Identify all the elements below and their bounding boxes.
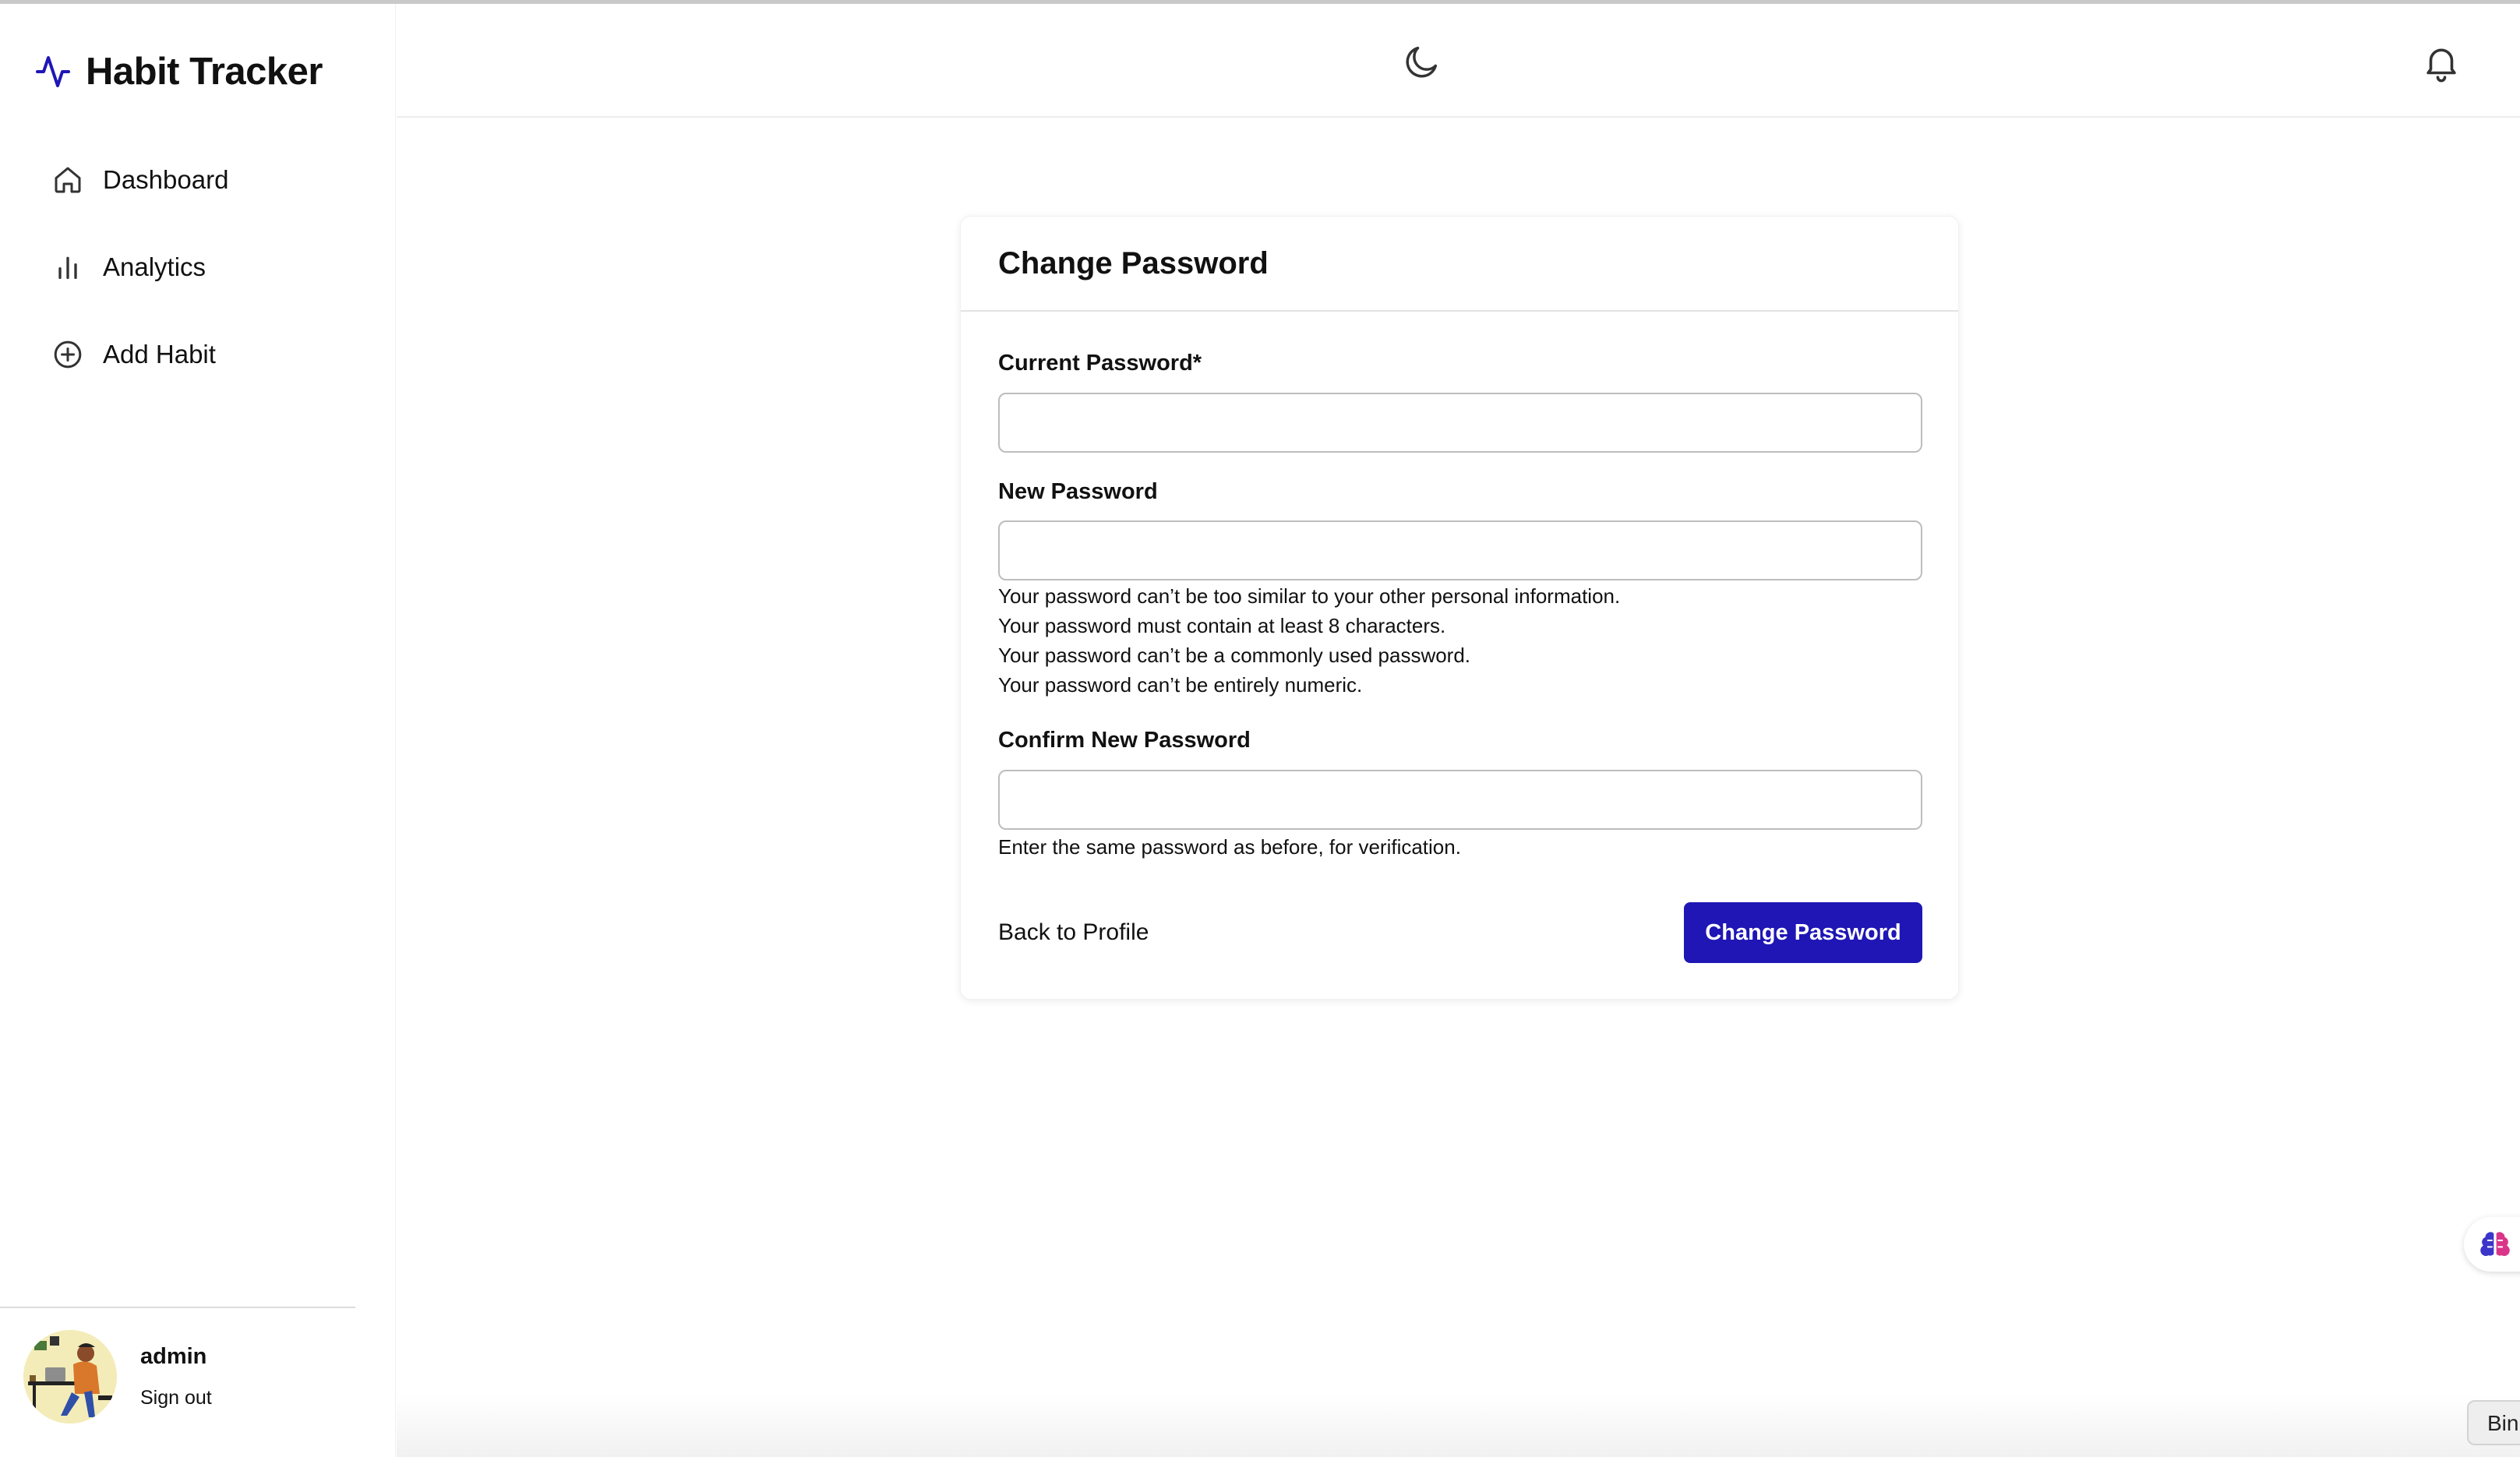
password-help-item: Your password must contain at least 8 ch… [998,614,1446,637]
floating-assistant-button[interactable] [2464,1217,2520,1272]
notifications-button[interactable] [2420,40,2462,85]
bin-tab[interactable]: Bin [2467,1400,2520,1445]
sidebar-divider [0,1307,355,1308]
moon-icon [1406,46,1438,78]
current-password-label: Current Password* [998,351,1202,376]
sidebar-item-label: Dashboard [103,165,229,194]
sidebar-item-dashboard[interactable]: Dashboard [51,152,228,208]
avatar[interactable] [23,1330,117,1423]
sidebar-item-add-habit[interactable]: Add Habit [51,326,228,383]
current-password-field[interactable] [998,393,1922,453]
activity-icon [36,56,70,87]
bell-icon [2426,48,2456,83]
avatar-illustration [23,1330,117,1423]
password-help-list: Your password can’t be too similar to yo… [998,581,1620,700]
password-help-item: Your password can’t be entirely numeric. [998,673,1363,697]
new-password-field[interactable] [998,520,1922,580]
plus-circle-icon [51,338,84,371]
sidebar: Habit Tracker Dashboard Analytics Add Ha… [0,4,396,1457]
password-help-item: Your password can’t be too similar to yo… [998,584,1621,608]
page-title: Change Password [998,245,1269,280]
user-block: admin Sign out [23,1330,212,1423]
change-password-button[interactable]: Change Password [1684,902,1922,963]
brand[interactable]: Habit Tracker [34,44,323,99]
back-to-profile-link[interactable]: Back to Profile [998,919,1149,946]
card-header: Change Password [961,217,1958,312]
theme-toggle-button[interactable] [1402,41,1442,82]
bar-chart-icon [51,251,84,284]
sidebar-item-label: Analytics [103,252,206,281]
top-header [397,4,2520,118]
sign-out-link[interactable]: Sign out [140,1387,212,1409]
confirm-password-label: Confirm New Password [998,728,1251,753]
confirm-password-field[interactable] [998,770,1922,830]
sidebar-nav: Dashboard Analytics Add Habit [51,152,228,414]
brain-icon [2480,1232,2510,1256]
sidebar-item-analytics[interactable]: Analytics [51,239,228,295]
bottom-shade [397,1395,2520,1457]
home-icon [51,164,84,196]
change-password-card: Change Password Current Password* New Pa… [960,216,1959,1000]
user-name: admin [140,1344,207,1369]
password-help-item: Your password can’t be a commonly used p… [998,644,1471,667]
confirm-password-help: Enter the same password as before, for v… [998,835,1461,859]
new-password-label: New Password [998,479,1158,504]
sidebar-item-label: Add Habit [103,340,216,369]
app-title: Habit Tracker [86,51,323,93]
